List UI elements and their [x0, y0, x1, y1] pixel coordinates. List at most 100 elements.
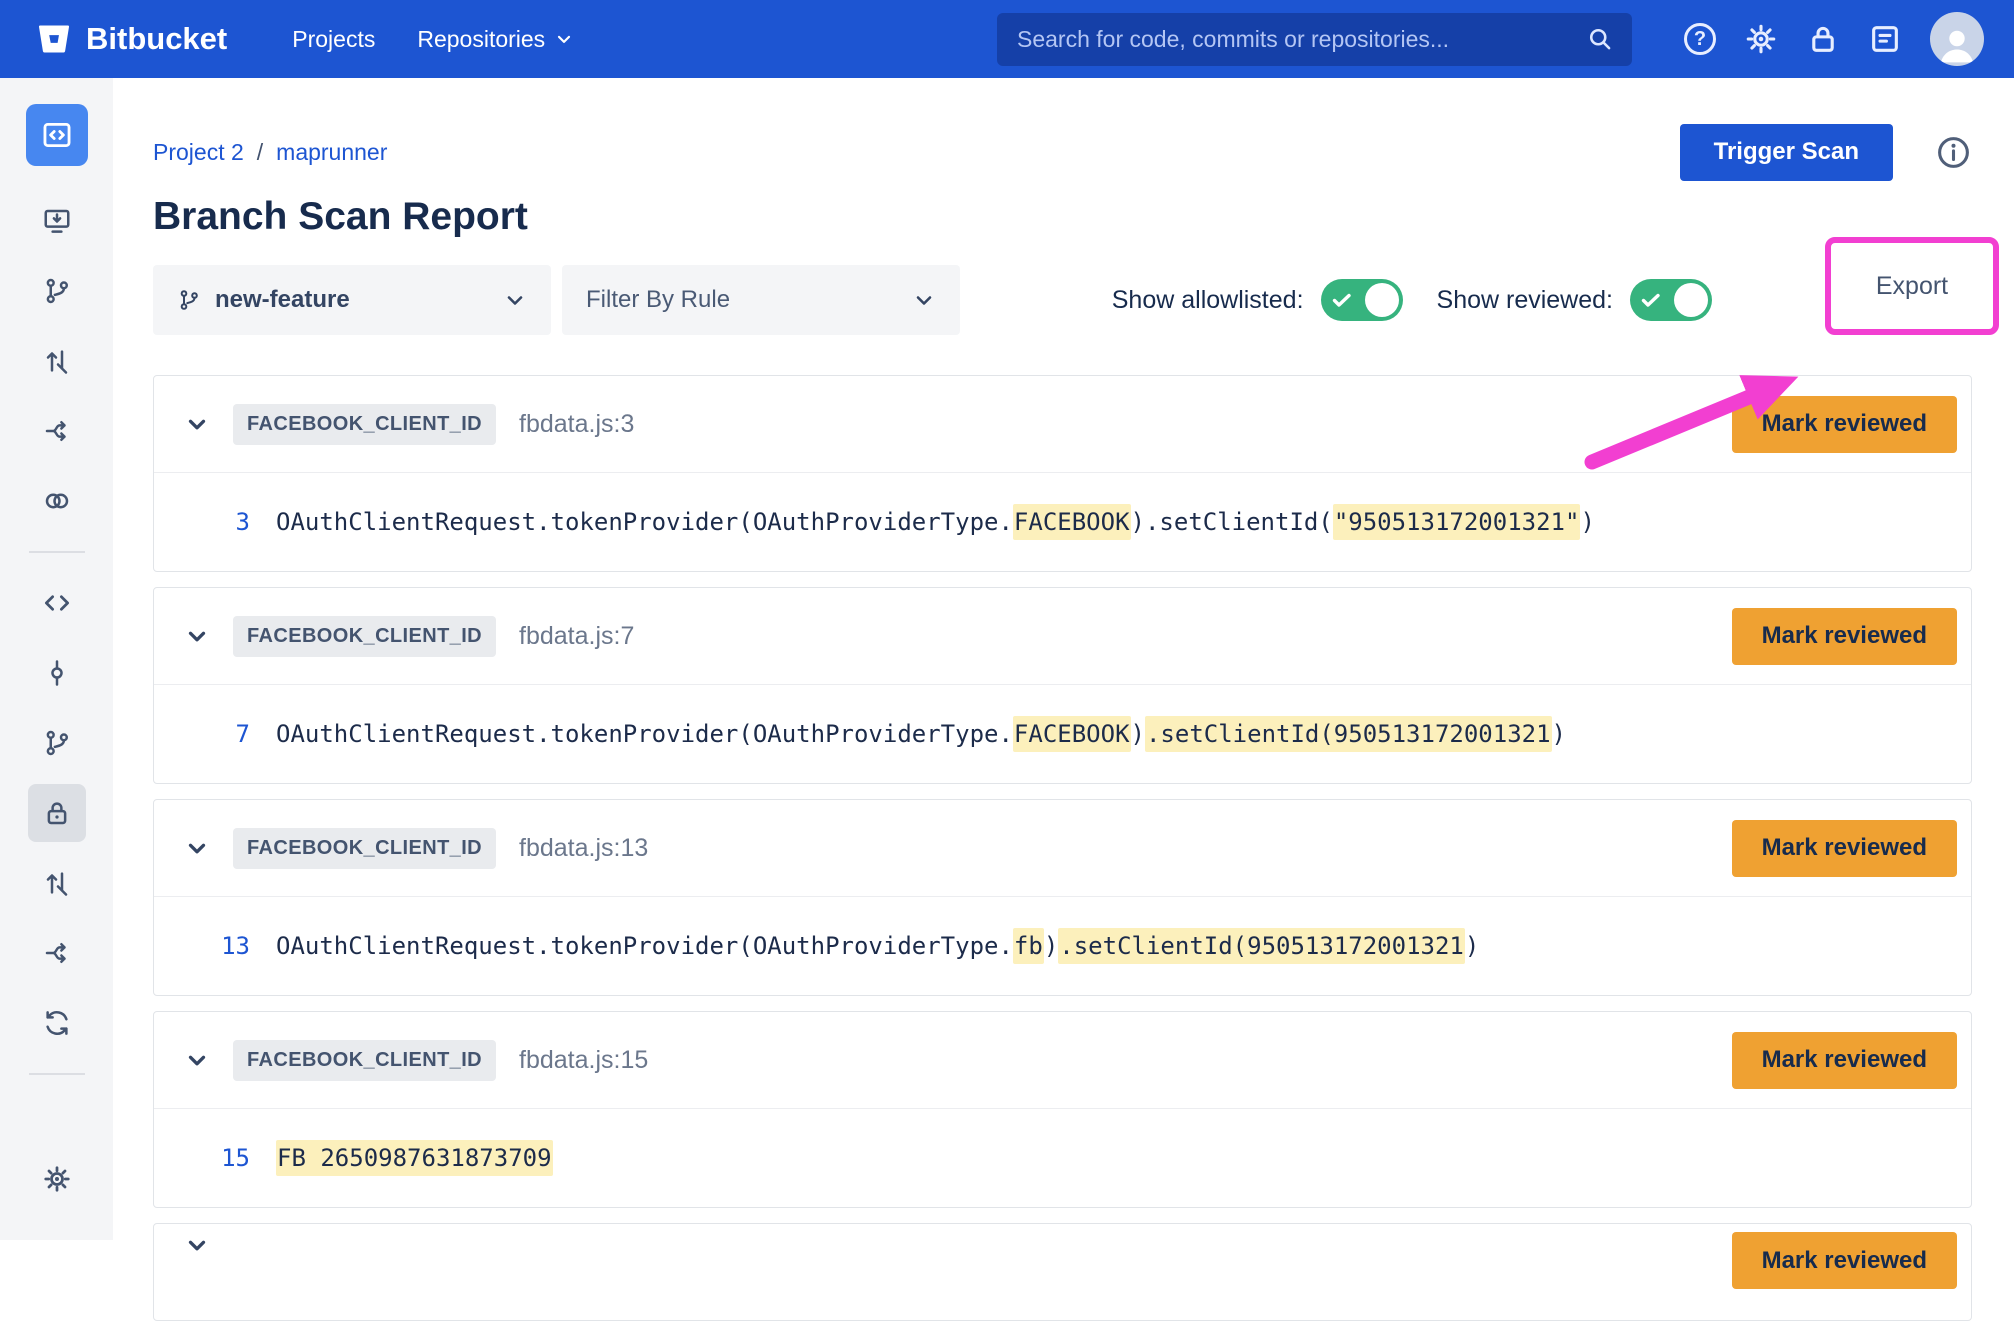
collapse-chevron-icon[interactable] [184, 1047, 210, 1073]
mark-reviewed-button[interactable]: Mark reviewed [1732, 1232, 1957, 1289]
sidebar-item-pull-requests-2[interactable] [28, 854, 86, 912]
gear-icon [42, 1164, 72, 1194]
code-line: OAuthClientRequest.tokenProvider(OAuthPr… [276, 720, 1566, 748]
gear-icon[interactable] [1744, 22, 1778, 56]
bitbucket-mark-icon [36, 21, 72, 57]
branch-icon [42, 728, 72, 758]
sidebar-item-sync[interactable] [28, 994, 86, 1052]
branch-selector[interactable]: new-feature [153, 265, 551, 335]
lock-icon[interactable] [1806, 22, 1840, 56]
feedback-icon[interactable] [1868, 22, 1902, 56]
sidebar-item-security[interactable] [28, 784, 86, 842]
code-icon [42, 588, 72, 618]
breadcrumb-separator: / [257, 139, 263, 166]
sidebar-item-commits[interactable] [28, 644, 86, 702]
sidebar-item-forks[interactable] [28, 924, 86, 982]
branch-icon [177, 288, 201, 312]
code-line-number: 7 [154, 720, 250, 748]
chevron-down-icon [554, 29, 574, 49]
branch-selector-value: new-feature [215, 286, 350, 314]
collapse-chevron-icon[interactable] [184, 411, 210, 437]
nav-projects[interactable]: Projects [292, 26, 375, 53]
sidebar-item-clone[interactable] [28, 192, 86, 250]
mark-reviewed-button[interactable]: Mark reviewed [1732, 1032, 1957, 1089]
finding-location: fbdata.js:7 [519, 622, 634, 651]
mark-reviewed-button[interactable]: Mark reviewed [1732, 396, 1957, 453]
rule-badge: FACEBOOK_CLIENT_ID [233, 404, 496, 445]
navbar-icons: ? [1684, 12, 1984, 66]
user-silhouette-icon [1935, 22, 1979, 66]
finding-card: FACEBOOK_CLIENT_ID fbdata.js:15 Mark rev… [153, 1011, 1972, 1208]
sidebar-item-branches-2[interactable] [28, 714, 86, 772]
repository-icon [40, 118, 74, 152]
sync-icon [42, 1008, 72, 1038]
sidebar-item-pipelines[interactable] [28, 402, 86, 460]
breadcrumb-repo-link[interactable]: maprunner [276, 139, 387, 166]
pull-request-icon [42, 346, 72, 376]
collapse-chevron-icon[interactable] [184, 835, 210, 861]
code-line-number: 13 [154, 932, 250, 960]
finding-card: FACEBOOK_CLIENT_ID fbdata.js:3 Mark revi… [153, 375, 1972, 572]
lock-icon [42, 798, 72, 828]
code-line: FB 2650987631873709 [276, 1144, 553, 1172]
main-content: Project 2 / maprunner Trigger Scan Branc… [113, 78, 2014, 1240]
pipelines-icon [42, 416, 72, 446]
avatar[interactable] [1930, 12, 1984, 66]
check-icon [1330, 288, 1354, 312]
finding-location: fbdata.js:3 [519, 410, 634, 439]
rule-filter-selector[interactable]: Filter By Rule [562, 265, 960, 335]
collapse-chevron-icon[interactable] [184, 623, 210, 649]
pull-request-icon [42, 868, 72, 898]
sidebar-item-pull-requests[interactable] [28, 332, 86, 390]
export-highlight-box: Export [1825, 237, 1999, 335]
breadcrumb: Project 2 / maprunner [153, 139, 387, 166]
global-search[interactable] [997, 13, 1632, 66]
finding-location: fbdata.js:13 [519, 834, 648, 863]
sidebar-item-source[interactable] [28, 574, 86, 632]
finding-card-partial: Mark reviewed [153, 1223, 1972, 1321]
check-icon [1639, 288, 1663, 312]
sidebar-divider [29, 551, 85, 553]
trigger-scan-button[interactable]: Trigger Scan [1680, 124, 1893, 181]
sidebar-item-repository[interactable] [26, 104, 88, 166]
export-button[interactable]: Export [1841, 251, 1983, 321]
sidebar-item-settings[interactable] [28, 1150, 86, 1208]
rule-badge: FACEBOOK_CLIENT_ID [233, 828, 496, 869]
sidebar-item-branches[interactable] [28, 262, 86, 320]
fork-icon [42, 938, 72, 968]
rule-badge: FACEBOOK_CLIENT_ID [233, 1040, 496, 1081]
sidebar-divider [29, 1073, 85, 1075]
show-allowlisted-toggle[interactable] [1321, 279, 1403, 321]
nav-repositories[interactable]: Repositories [417, 26, 574, 53]
code-line: OAuthClientRequest.tokenProvider(OAuthPr… [276, 508, 1595, 536]
mark-reviewed-button[interactable]: Mark reviewed [1732, 820, 1957, 877]
top-navbar: Bitbucket Projects Repositories ? [0, 0, 2014, 78]
branch-icon [42, 276, 72, 306]
search-input[interactable] [1015, 25, 1586, 54]
code-line-number: 15 [154, 1144, 250, 1172]
breadcrumb-project-link[interactable]: Project 2 [153, 139, 244, 166]
toggle-knob [1365, 283, 1399, 317]
info-icon[interactable] [1935, 134, 1972, 171]
finding-card: FACEBOOK_CLIENT_ID fbdata.js:13 Mark rev… [153, 799, 1972, 996]
mark-reviewed-button[interactable]: Mark reviewed [1732, 608, 1957, 665]
bitbucket-logo[interactable]: Bitbucket [36, 21, 227, 57]
collapse-chevron-icon[interactable] [184, 1232, 210, 1258]
finding-card: FACEBOOK_CLIENT_ID fbdata.js:7 Mark revi… [153, 587, 1972, 784]
finding-location: fbdata.js:15 [519, 1046, 648, 1075]
code-line-number: 3 [154, 508, 250, 536]
sidebar-item-environments[interactable] [28, 472, 86, 530]
rule-filter-placeholder: Filter By Rule [586, 286, 730, 314]
nav-repositories-label: Repositories [417, 26, 545, 53]
help-icon[interactable]: ? [1684, 23, 1716, 55]
show-reviewed-label: Show reviewed: [1437, 286, 1613, 315]
show-allowlisted-label: Show allowlisted: [1112, 286, 1304, 315]
left-sidebar [0, 78, 113, 1240]
page-title: Branch Scan Report [153, 194, 1972, 239]
rule-badge: FACEBOOK_CLIENT_ID [233, 616, 496, 657]
search-icon [1586, 25, 1614, 53]
show-reviewed-toggle[interactable] [1630, 279, 1712, 321]
chevron-down-icon [912, 288, 936, 312]
brand-name: Bitbucket [86, 21, 227, 57]
code-line: OAuthClientRequest.tokenProvider(OAuthPr… [276, 932, 1479, 960]
